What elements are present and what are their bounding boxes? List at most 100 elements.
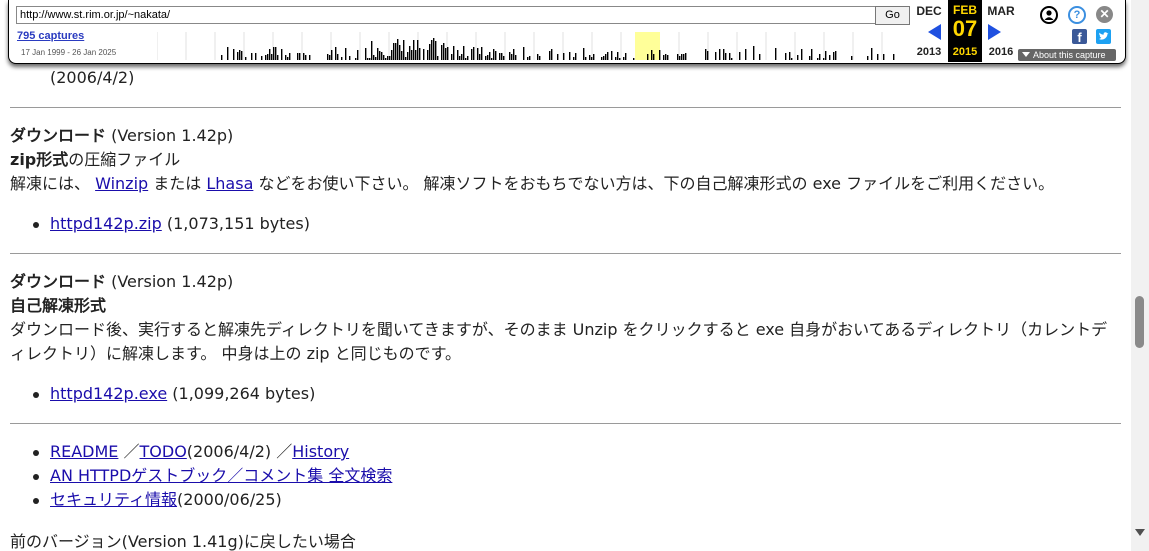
facebook-icon[interactable]: f [1072,29,1087,45]
capture-bar [379,51,381,60]
capture-bar [415,50,417,60]
capture-bar [435,41,437,60]
capture-bar [883,54,885,60]
readme-link[interactable]: README [50,442,118,461]
capture-bar [591,57,593,60]
capture-bar [305,55,307,60]
prev-capture-arrow-icon[interactable] [928,24,941,40]
capture-bar [569,52,571,60]
capture-bar [419,48,421,60]
next-month[interactable]: MAR [981,4,1021,18]
capture-bar [633,58,635,60]
capture-bar [611,51,613,60]
capture-bar [607,52,609,60]
capture-bar [667,55,669,60]
exe-download-link[interactable]: httpd142p.exe [50,384,167,403]
capture-bar [665,54,667,60]
lhasa-link[interactable]: Lhasa [206,174,253,193]
capture-bar [239,50,241,60]
capture-bar [285,55,287,60]
file-size: (1,073,151 bytes) [166,214,310,233]
capture-bar [441,45,443,60]
list-item: httpd142p.exe (1,099,264 bytes) [32,382,315,406]
capture-bar [405,57,407,60]
about-label: About this capture [1033,50,1106,60]
prev-year[interactable]: 2013 [909,46,949,58]
capture-bar [707,51,709,60]
url-input[interactable]: http://www.st.rim.or.jp/~nakata/ [16,6,876,24]
version-label: (Version 1.42p) [111,126,234,145]
next-year[interactable]: 2016 [981,46,1021,58]
capture-bar [739,52,741,60]
prev-month[interactable]: DEC [909,4,949,18]
capture-bar [893,54,895,60]
current-month: FEB [953,3,977,17]
capture-bar [617,52,619,60]
capture-bar [823,58,825,60]
capture-bar [383,55,385,60]
format-bold: zip形式 [10,150,69,169]
capture-bar [271,54,273,60]
capture-bar [459,56,461,60]
capture-bar [615,57,617,60]
user-icon[interactable] [1040,6,1058,24]
capture-bar [401,51,403,60]
capture-bar [299,53,301,60]
scrollbar-thumb[interactable] [1135,296,1144,348]
capture-bar [289,53,291,60]
capture-bar [501,53,503,60]
divider [10,423,1121,424]
capture-sparkline[interactable] [157,32,909,60]
capture-bar [465,58,467,60]
capture-bar [373,55,375,60]
desc-mid: または [153,174,202,193]
capture-bar [601,57,603,60]
todo-link[interactable]: TODO [140,442,187,461]
triangle-down-icon [1022,52,1030,57]
zip-download-link[interactable]: httpd142p.zip [50,214,162,233]
capture-bar [715,52,717,60]
scroll-down-arrow-icon[interactable] [1135,529,1145,536]
capture-bar [241,51,243,60]
guestbook-link[interactable]: AN HTTPDゲストブック／コメント集 全文検索 [50,466,392,485]
captures-link[interactable]: 795 captures [17,30,84,42]
capture-bar [487,55,489,60]
format-bold: 自己解凍形式 [10,296,107,315]
twitter-icon[interactable] [1096,29,1111,44]
capture-bar [877,54,879,60]
winzip-link[interactable]: Winzip [95,174,148,193]
capture-bar [395,43,397,60]
capture-bar [287,57,289,60]
close-icon[interactable]: ✕ [1096,6,1113,23]
capture-bar [399,45,401,60]
capture-bar [819,54,821,60]
capture-bar [663,55,665,60]
capture-bar [303,53,305,60]
help-icon[interactable]: ? [1068,6,1086,24]
capture-bar [369,58,371,60]
go-button[interactable]: Go [875,6,910,25]
capture-bar [267,54,269,60]
capture-bar [811,49,813,60]
capture-bar [453,46,455,60]
capture-bar [583,48,585,60]
vertical-scrollbar[interactable] [1131,0,1149,551]
section2-description-line2: ィレクトリ）に解凍します。 中身は上の zip と同じものです。 [10,344,462,363]
capture-bar [467,56,469,60]
history-link[interactable]: History [292,442,349,461]
about-capture-button[interactable]: About this capture [1018,49,1116,61]
capture-bar [491,58,493,60]
capture-bar [725,53,727,60]
capture-bar [413,40,415,60]
capture-bar [375,57,377,60]
capture-bar [585,57,587,60]
section1-heading: ダウンロード (Version 1.42p) [10,124,233,148]
capture-bar [281,49,283,60]
security-link[interactable]: セキュリティ情報 [50,490,177,509]
capture-bar [509,52,511,60]
capture-bar [341,57,343,60]
capture-bar [523,47,525,60]
capture-bar [527,57,529,60]
next-capture-arrow-icon[interactable] [988,24,1001,40]
capture-bar [605,54,607,60]
